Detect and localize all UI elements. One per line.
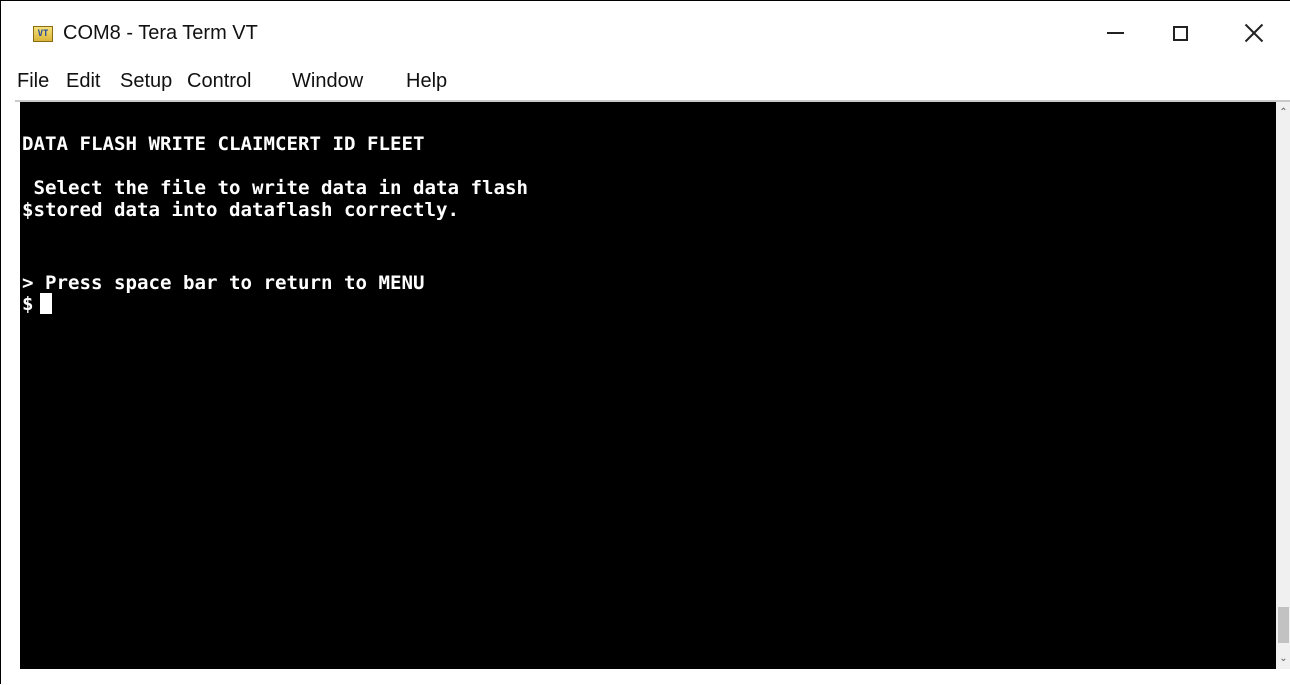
terminal-cursor <box>40 293 52 314</box>
scroll-down-icon[interactable]: ⌄ <box>1279 654 1288 664</box>
terminal-screen[interactable]: DATA FLASH WRITE CLAIMCERT ID FLEET Sele… <box>20 102 1276 669</box>
terminal-line-heading: DATA FLASH WRITE CLAIMCERT ID FLEET <box>22 133 425 155</box>
maximize-button[interactable] <box>1149 2 1211 64</box>
menu-file[interactable]: File <box>17 70 49 93</box>
terminal-line-prompt: Select the file to write data in data fl… <box>22 177 528 199</box>
scroll-up-icon[interactable]: ⌃ <box>1279 108 1288 118</box>
menu-setup[interactable]: Setup <box>120 70 172 93</box>
minimize-button[interactable] <box>1084 2 1146 64</box>
menu-help[interactable]: Help <box>406 70 447 93</box>
menu-bar: File Edit Setup Control Window Help <box>2 64 1290 100</box>
minimize-icon <box>1106 32 1124 34</box>
scroll-thumb[interactable] <box>1278 607 1289 643</box>
menu-edit[interactable]: Edit <box>66 70 100 93</box>
close-button[interactable] <box>1223 2 1285 64</box>
terminal-line-shell-prompt: $ <box>22 293 34 315</box>
menu-control[interactable]: Control <box>187 70 251 93</box>
menu-window[interactable]: Window <box>292 70 363 93</box>
window-title: COM8 - Tera Term VT <box>63 22 258 44</box>
title-bar[interactable]: VT COM8 - Tera Term VT <box>2 2 1290 64</box>
terminal-line-instruction: > Press space bar to return to MENU <box>22 272 425 294</box>
maximize-icon <box>1172 25 1188 41</box>
close-icon <box>1244 23 1264 43</box>
window-bottom-edge <box>15 669 1290 685</box>
tera-term-icon[interactable]: VT <box>33 26 53 42</box>
terminal-line-status: $stored data into dataflash correctly. <box>22 199 460 221</box>
tera-term-window: VT COM8 - Tera Term VT File Edit Setup C… <box>0 0 1290 685</box>
vertical-scrollbar[interactable]: ⌃ ⌄ <box>1276 102 1290 669</box>
